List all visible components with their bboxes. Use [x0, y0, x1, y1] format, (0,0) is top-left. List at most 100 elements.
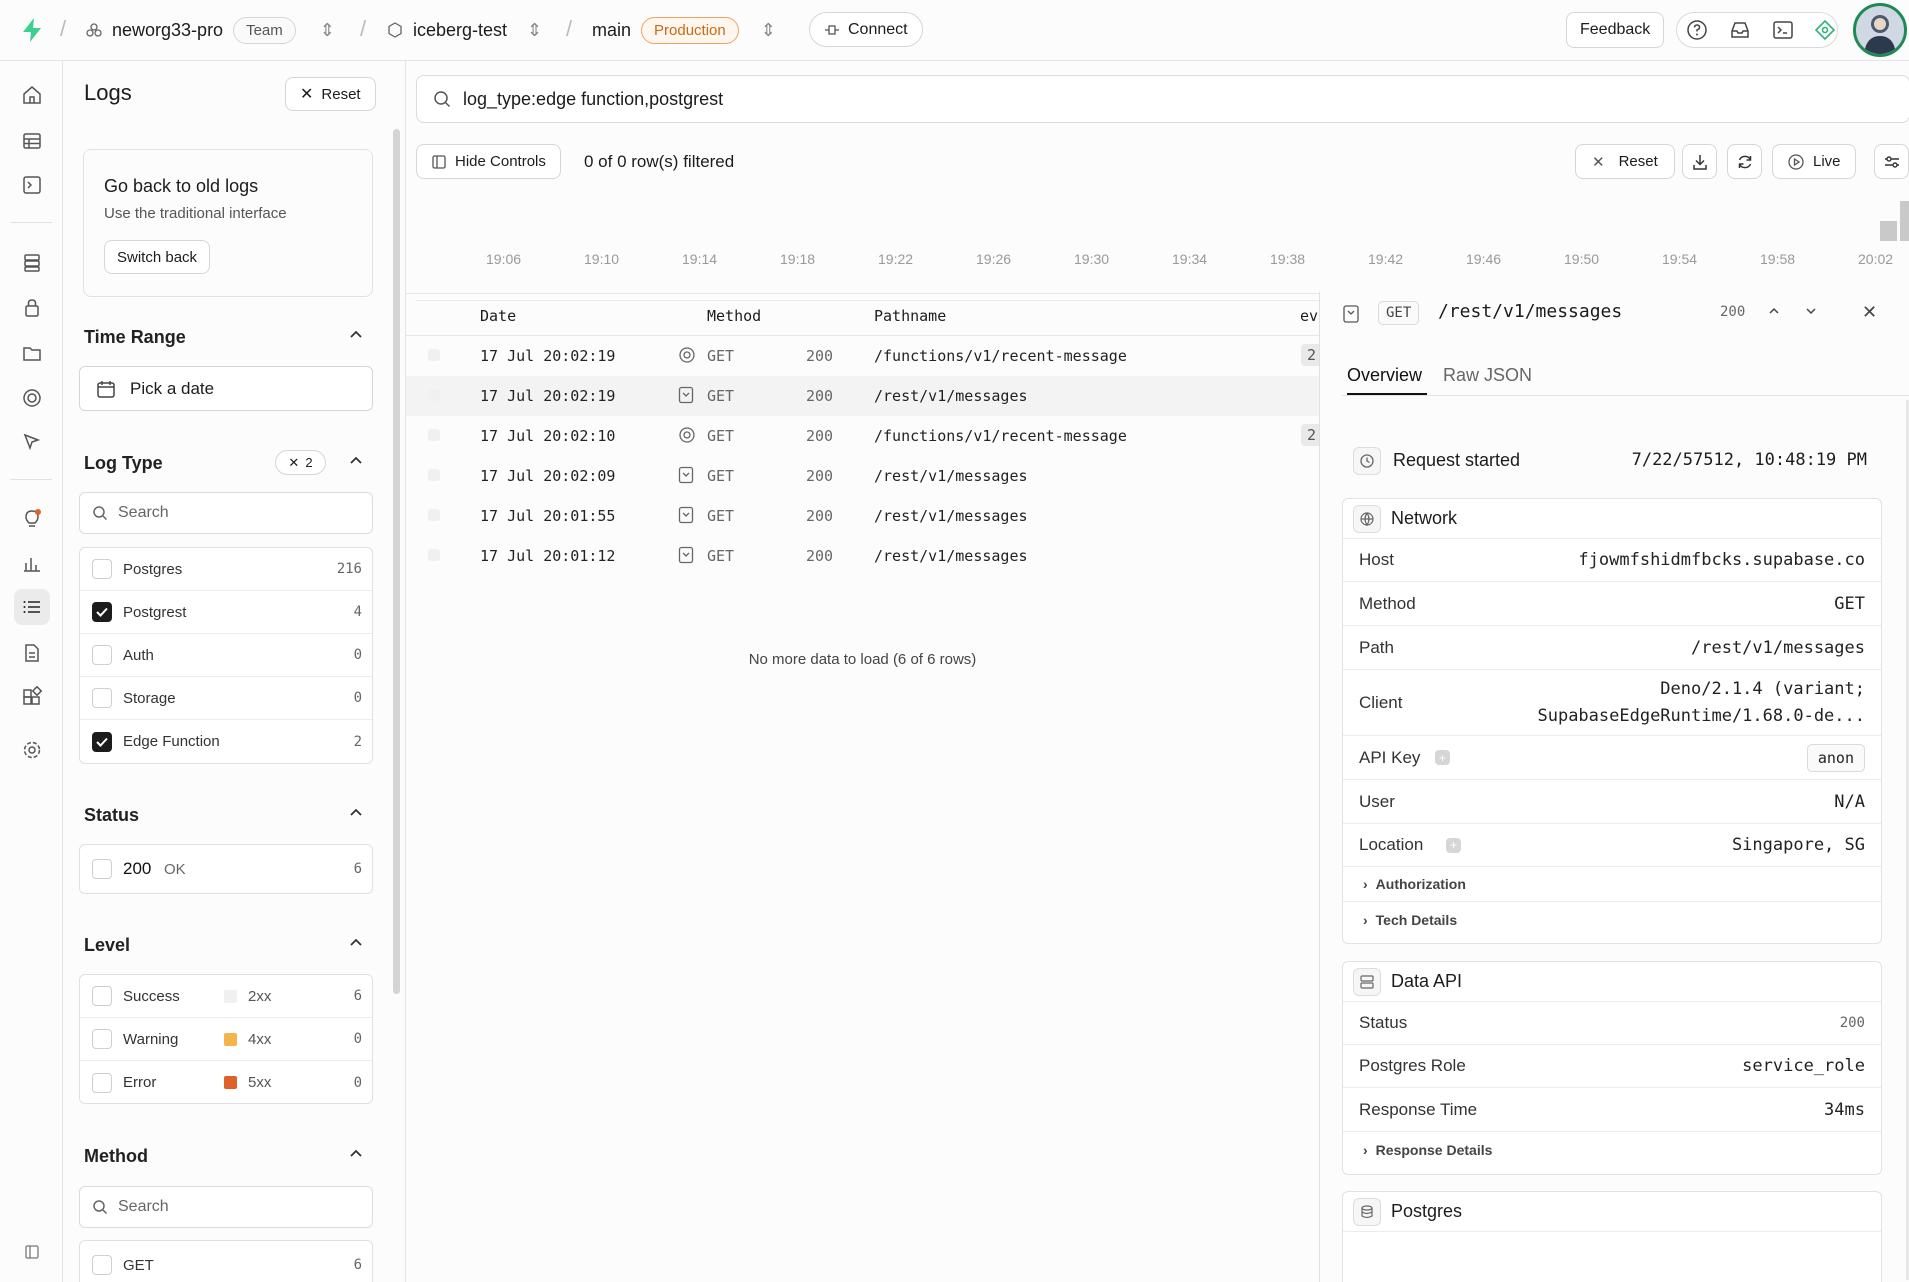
table-row[interactable]: 17 Jul 20:02:10 GET 200/functions/v1/recen… [406, 416, 1323, 456]
org-switcher[interactable]: neworg33-pro Team ⇕ [86, 0, 335, 60]
chevron-up-icon[interactable] [349, 327, 363, 341]
display-settings-button[interactable] [1874, 144, 1909, 179]
org-chevron-icon[interactable]: ⇕ [320, 20, 335, 41]
settings-gear-icon[interactable] [14, 732, 50, 768]
checkbox[interactable] [92, 859, 112, 879]
switch-back-button[interactable]: Switch back [104, 240, 211, 274]
log-type-edge-function[interactable]: Edge Function 2 [80, 720, 372, 763]
branch-switcher[interactable]: main Production ⇕ [592, 0, 776, 60]
method-get[interactable]: GET 6 [80, 1241, 372, 1282]
table-row[interactable]: 17 Jul 20:01:12 GET 200/rest/v1/messages [406, 536, 1319, 576]
database-icon[interactable] [14, 245, 50, 281]
postgres-role-value: service_role [1742, 1056, 1865, 1076]
status-200[interactable]: 200 OK 6 [80, 845, 372, 893]
info-plus-icon[interactable]: + [1435, 750, 1450, 765]
checkbox[interactable] [92, 645, 112, 665]
row-date: 17 Jul 20:02:19 [480, 387, 616, 405]
live-button[interactable]: Live [1772, 144, 1856, 179]
project-chevron-icon[interactable]: ⇕ [527, 20, 542, 41]
method-search[interactable]: Search [79, 1186, 373, 1228]
col-pathname[interactable]: Pathname [874, 307, 946, 325]
row-checkbox[interactable] [428, 549, 440, 561]
checkbox[interactable] [92, 1072, 112, 1093]
collapse-sidebar-icon[interactable] [14, 1234, 50, 1270]
chevron-right-icon: › [1363, 876, 1368, 892]
log-type-postgrest[interactable]: Postgrest 4 [80, 591, 372, 634]
sql-editor-icon[interactable] [14, 167, 50, 203]
date-picker-button[interactable]: Pick a date [79, 366, 373, 411]
authorization-expander[interactable]: › Authorization [1343, 867, 1881, 902]
log-type-postgres[interactable]: Postgres 216 [80, 548, 372, 591]
query-search-bar[interactable]: log_type:edge function,postgrest [416, 75, 1909, 123]
api-docs-icon[interactable] [14, 635, 50, 671]
table-row[interactable]: 17 Jul 20:02:19 GET 200/functions/v1/recen… [406, 336, 1323, 376]
project-switcher[interactable]: iceberg-test ⇕ [387, 0, 542, 60]
supabase-logo-icon[interactable] [20, 17, 44, 43]
row-checkbox[interactable] [428, 469, 440, 481]
info-plus-icon[interactable]: + [1446, 837, 1461, 853]
assistant-icon[interactable] [1814, 19, 1836, 41]
log-type-storage[interactable]: Storage 0 [80, 677, 372, 720]
refresh-button[interactable] [1727, 144, 1762, 179]
terminal-icon[interactable] [1772, 19, 1794, 41]
help-icon[interactable] [1686, 19, 1708, 41]
log-type-clear-badge[interactable]: ✕ 2 [275, 450, 326, 475]
checkbox-checked[interactable] [92, 602, 112, 622]
level-success[interactable]: Success 2xx 6 [80, 975, 372, 1018]
reports-chart-icon[interactable] [14, 545, 50, 581]
home-icon[interactable] [14, 77, 50, 113]
storage-icon[interactable] [14, 335, 50, 371]
data-api-title: Data API [1391, 971, 1463, 991]
col-event[interactable]: ev [1300, 307, 1318, 325]
table-row[interactable]: 17 Jul 20:01:55 GET 200/rest/v1/messages [406, 496, 1319, 536]
col-date[interactable]: Date [480, 307, 516, 325]
inbox-icon[interactable] [1729, 19, 1751, 41]
user-avatar[interactable] [1853, 3, 1907, 57]
integrations-icon[interactable] [14, 679, 50, 715]
cursor-icon[interactable] [14, 424, 50, 460]
filters-reset-button[interactable]: ✕ Reset [285, 77, 376, 111]
branch-chevron-icon[interactable]: ⇕ [761, 20, 776, 41]
client-value: Deno/2.1.4 (variant; SupabaseEdgeRuntime/… [1537, 676, 1865, 730]
table-row[interactable]: 17 Jul 20:02:09 GET 200/rest/v1/messages [406, 456, 1319, 496]
log-type-search[interactable]: Search [79, 492, 373, 534]
hide-controls-button[interactable]: Hide Controls [416, 144, 561, 179]
tab-overview[interactable]: Overview [1347, 365, 1422, 386]
response-details-expander[interactable]: › Response Details [1343, 1132, 1881, 1167]
logs-list-icon[interactable] [14, 589, 50, 625]
row-checkbox[interactable] [428, 389, 440, 401]
timeline-bar[interactable] [1900, 201, 1909, 241]
checkbox[interactable] [92, 559, 112, 579]
checkbox[interactable] [92, 986, 112, 1006]
download-button[interactable] [1682, 144, 1717, 179]
scrollbar-track[interactable] [393, 129, 400, 994]
table-editor-icon[interactable] [14, 123, 50, 159]
chevron-up-icon[interactable] [349, 1146, 363, 1160]
chevron-up-icon[interactable] [349, 935, 363, 949]
row-checkbox[interactable] [428, 429, 440, 441]
log-type-auth[interactable]: Auth 0 [80, 634, 372, 677]
row-checkbox[interactable] [428, 509, 440, 521]
chevron-up-icon[interactable] [349, 805, 363, 819]
checkbox[interactable] [92, 688, 112, 708]
tech-details-expander[interactable]: › Tech Details [1343, 902, 1881, 937]
auth-lock-icon[interactable] [14, 290, 50, 326]
level-error[interactable]: Error 5xx 0 [80, 1061, 372, 1104]
connect-button[interactable]: Connect [809, 12, 923, 47]
realtime-icon[interactable] [14, 380, 50, 416]
advisors-bulb-icon[interactable] [14, 501, 50, 537]
row-checkbox[interactable] [428, 349, 440, 361]
level-warning[interactable]: Warning 4xx 0 [80, 1018, 372, 1061]
checkbox-checked[interactable] [92, 731, 112, 752]
col-method[interactable]: Method [707, 307, 761, 325]
reset-button[interactable]: ✕ Reset [1575, 144, 1675, 179]
timeline-histogram[interactable]: 19:06 19:10 19:14 19:18 19:22 19:26 19:30 19:34… [416, 201, 1909, 301]
checkbox[interactable] [92, 1255, 112, 1275]
feedback-button[interactable]: Feedback [1566, 12, 1665, 48]
checkbox[interactable] [92, 1029, 112, 1049]
timeline-bar[interactable] [1880, 221, 1897, 241]
chevron-up-icon[interactable] [349, 453, 363, 467]
tab-raw-json[interactable]: Raw JSON [1443, 365, 1532, 386]
table-row[interactable]: 17 Jul 20:02:19 GET 200/rest/v1/messages [406, 376, 1319, 416]
status-code: 200 [123, 859, 152, 878]
